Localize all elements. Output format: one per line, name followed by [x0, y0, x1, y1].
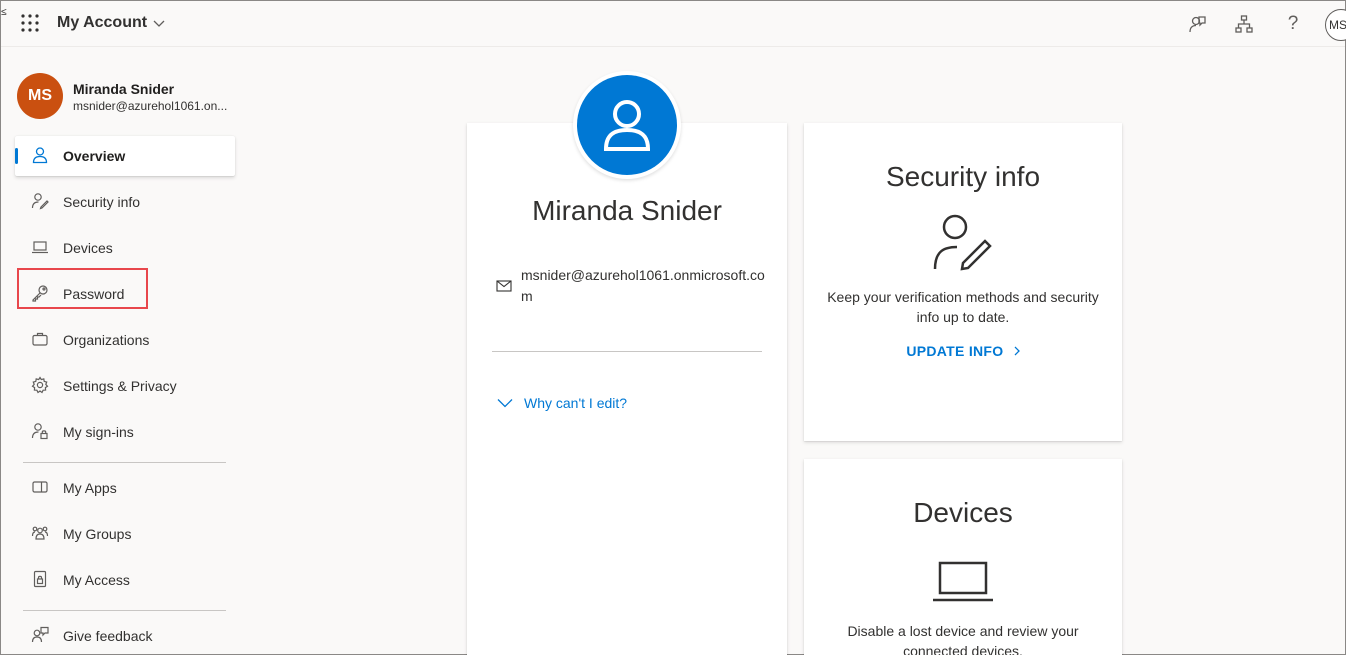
account-avatar[interactable]: MS	[1325, 9, 1346, 41]
top-bar: ≤ My Account ? MS	[1, 1, 1346, 47]
people-icon	[31, 524, 49, 542]
chevron-right-icon	[1014, 346, 1020, 356]
sidebar-item-my-apps[interactable]: My Apps	[15, 468, 235, 508]
feedback-icon	[31, 626, 49, 644]
sidebar-item-label: My Groups	[63, 526, 132, 542]
sidebar-item-label: My sign-ins	[63, 424, 134, 440]
sidebar-item-devices[interactable]: Devices	[15, 228, 235, 268]
sidebar-item-overview[interactable]: Overview	[15, 136, 235, 176]
nav-divider	[23, 610, 226, 611]
security-info-title: Security info	[885, 161, 1041, 192]
feedback-person-icon[interactable]	[1186, 13, 1208, 35]
sidebar-item-label: Organizations	[63, 332, 150, 348]
profile-photo	[573, 71, 681, 179]
sidebar-item-label: My Apps	[63, 480, 117, 496]
person-icon	[31, 146, 49, 164]
laptop-icon	[931, 549, 995, 613]
sidebar-item-my-access[interactable]: My Access	[15, 560, 235, 600]
org-chart-icon[interactable]	[1233, 13, 1255, 35]
sidebar-item-label: Security info	[63, 194, 141, 210]
sidebar-item-label: Settings & Privacy	[63, 378, 177, 394]
lock-doc-icon	[31, 570, 49, 588]
mail-icon	[496, 279, 512, 297]
app-title[interactable]: My Account	[57, 14, 165, 32]
app-launcher-icon[interactable]	[21, 14, 39, 32]
devices-title: Devices	[913, 497, 1013, 528]
laptop-icon	[31, 238, 49, 256]
app-title-text: My Account	[57, 14, 148, 31]
chevron-down-icon	[153, 20, 165, 27]
update-info-label: UPDATE INFO	[906, 343, 1004, 359]
why-cant-i-edit-link[interactable]: Why can't I edit?	[497, 395, 627, 411]
why-edit-label: Why can't I edit?	[524, 395, 628, 411]
profile-name: Miranda Snider	[73, 81, 175, 97]
profile-card: Miranda Snider msnider@azurehol1061.onmi…	[467, 123, 787, 655]
briefcase-icon	[31, 330, 49, 348]
update-info-link[interactable]: UPDATE INFO	[804, 343, 1122, 359]
sidebar-item-organizations[interactable]: Organizations	[15, 320, 235, 360]
security-info-card: Security info Keep your verification met…	[804, 123, 1122, 441]
sidebar-profile: MS Miranda Snider msnider@azurehol1061.o…	[17, 73, 237, 119]
person-lock-icon	[31, 422, 49, 440]
password-highlight-box	[17, 268, 148, 309]
profile-card-email: msnider@azurehol1061.onmicrosoft.com	[521, 267, 765, 304]
sidebar-item-security-info[interactable]: Security info	[15, 182, 235, 222]
devices-description: Disable a lost device and review your co…	[847, 623, 1079, 655]
card-divider	[492, 351, 762, 352]
gear-icon	[31, 376, 49, 394]
devices-card: Devices Disable a lost device and review…	[804, 459, 1122, 655]
sidebar-item-label: My Access	[63, 572, 130, 588]
sidebar-item-settings-privacy[interactable]: Settings & Privacy	[15, 366, 235, 406]
chevron-down-icon	[497, 399, 513, 408]
edge-mark: ≤	[1, 7, 7, 18]
sidebar-item-give-feedback[interactable]: Give feedback	[15, 616, 235, 655]
person-edit-icon	[31, 192, 49, 210]
avatar: MS	[17, 73, 63, 119]
apps-icon	[31, 478, 49, 496]
person-edit-icon	[931, 211, 995, 275]
sidebar-item-label: Give feedback	[63, 628, 153, 644]
help-icon[interactable]: ?	[1282, 13, 1304, 35]
person-icon	[577, 75, 677, 175]
profile-email: msnider@azurehol1061.on...	[73, 99, 228, 113]
security-info-description: Keep your verification methods and secur…	[827, 289, 1099, 325]
sidebar-item-my-groups[interactable]: My Groups	[15, 514, 235, 554]
sidebar-item-my-sign-ins[interactable]: My sign-ins	[15, 412, 235, 452]
sidebar-item-label: Overview	[63, 148, 126, 164]
nav-divider	[23, 462, 226, 463]
sidebar-item-label: Devices	[63, 240, 113, 256]
profile-card-name: Miranda Snider	[532, 195, 722, 226]
